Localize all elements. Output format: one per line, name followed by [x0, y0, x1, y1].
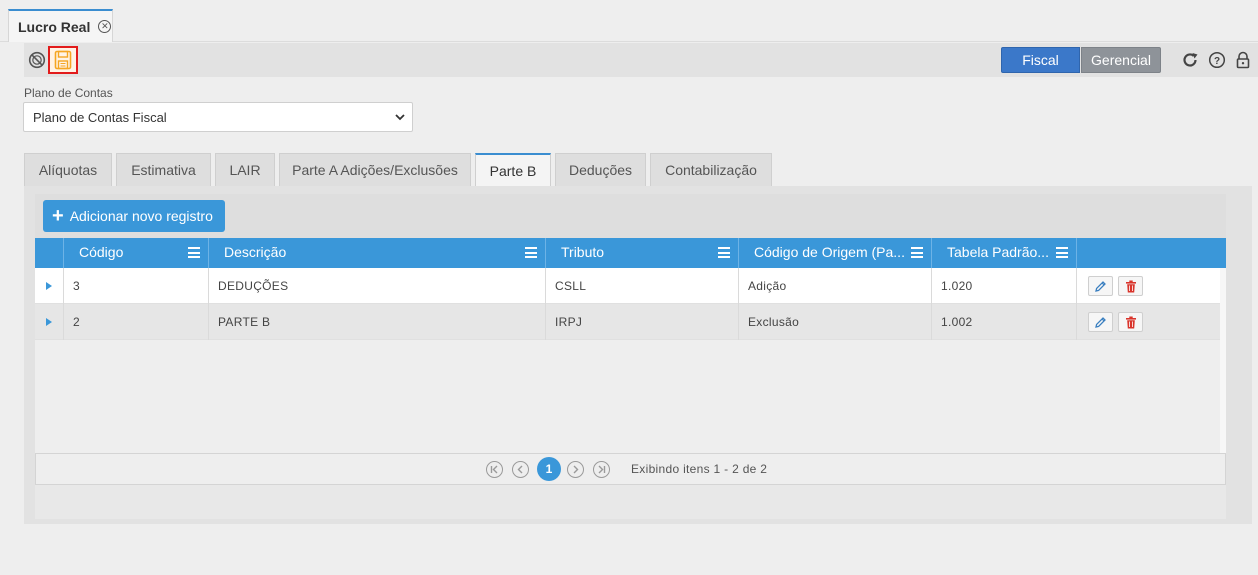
tab-parte-a[interactable]: Parte A Adições/Exclusões: [279, 153, 471, 186]
column-menu-icon[interactable]: [718, 247, 730, 258]
column-header-codigo-origem[interactable]: Código de Origem (Pa...: [738, 238, 931, 268]
gerencial-toggle-button[interactable]: Gerencial: [1081, 47, 1161, 73]
current-page-button[interactable]: 1: [537, 457, 561, 481]
cell-tabela-padrao: 1.002: [931, 304, 1076, 340]
gerencial-toggle-label: Gerencial: [1091, 52, 1151, 68]
pencil-icon: [1095, 280, 1106, 292]
column-header-codigo[interactable]: Código: [63, 238, 208, 268]
tab-lair[interactable]: LAIR: [215, 153, 275, 186]
first-page-icon: [490, 465, 498, 474]
column-header-label: Código de Origem (Pa...: [754, 244, 905, 260]
fiscal-toggle-label: Fiscal: [1022, 52, 1059, 68]
column-menu-icon[interactable]: [188, 247, 200, 258]
tab-label: LAIR: [229, 162, 261, 178]
toolbar: Fiscal Gerencial ?: [24, 43, 1258, 77]
cell-descricao: DEDUÇÕES: [208, 268, 545, 304]
floppy-save-icon: [54, 50, 72, 70]
fiscal-toggle-button[interactable]: Fiscal: [1001, 47, 1080, 73]
column-header-tributo[interactable]: Tributo: [545, 238, 738, 268]
column-header-descricao[interactable]: Descrição: [208, 238, 545, 268]
plano-de-contas-value: Plano de Contas Fiscal: [33, 109, 167, 125]
close-icon[interactable]: ✕: [98, 20, 112, 33]
tab-parte-b[interactable]: Parte B: [475, 153, 551, 187]
tab-label: Parte B: [489, 163, 537, 179]
tab-contabilizacao[interactable]: Contabilização: [650, 153, 772, 186]
edit-button[interactable]: [1088, 276, 1113, 296]
document-tab-bar: Lucro Real ✕: [0, 0, 1258, 42]
expand-row-icon[interactable]: [35, 268, 63, 304]
plano-de-contas-select[interactable]: Plano de Contas Fiscal: [23, 102, 413, 132]
chevron-left-icon: [517, 465, 523, 474]
lock-icon[interactable]: [1234, 51, 1252, 69]
document-tab-lucro-real[interactable]: Lucro Real ✕: [8, 9, 113, 42]
first-page-button[interactable]: [486, 461, 503, 478]
tab-label: Contabilização: [665, 162, 757, 178]
cell-actions: [1076, 268, 1220, 304]
cell-codigo-origem: Adição: [738, 268, 931, 304]
tab-label: Parte A Adições/Exclusões: [292, 162, 458, 178]
delete-button[interactable]: [1118, 276, 1143, 296]
cell-tributo: IRPJ: [545, 304, 738, 340]
cell-descricao: PARTE B: [208, 304, 545, 340]
last-page-icon: [598, 465, 606, 474]
plano-de-contas-label: Plano de Contas: [24, 86, 113, 100]
tab-label: Deduções: [568, 162, 633, 178]
cancel-circle-icon[interactable]: [27, 50, 47, 70]
data-grid: + Adicionar novo registro Código Descriç…: [35, 194, 1226, 519]
table-row[interactable]: 3 DEDUÇÕES CSLL Adição 1.020: [35, 268, 1220, 304]
column-menu-icon[interactable]: [525, 247, 537, 258]
cell-codigo: 2: [63, 304, 208, 340]
svg-text:?: ?: [1214, 56, 1220, 67]
previous-page-button[interactable]: [512, 461, 529, 478]
edit-button[interactable]: [1088, 312, 1113, 332]
trash-icon: [1125, 280, 1136, 292]
column-header-label: Código: [79, 244, 124, 260]
cell-codigo: 3: [63, 268, 208, 304]
tab-label: Alíquotas: [38, 162, 98, 178]
grid-scrollbar[interactable]: [1220, 268, 1226, 453]
column-menu-icon[interactable]: [1056, 247, 1068, 258]
save-button[interactable]: [48, 46, 78, 74]
grid-header: Código Descrição Tributo Código de Orige…: [35, 238, 1226, 268]
tab-label: Estimativa: [131, 162, 196, 178]
cell-tributo: CSLL: [545, 268, 738, 304]
grid-toolbar: + Adicionar novo registro: [35, 194, 1226, 238]
chevron-right-icon: [573, 465, 579, 474]
table-row[interactable]: 2 PARTE B IRPJ Exclusão 1.002: [35, 304, 1220, 340]
column-header-tabela-padrao[interactable]: Tabela Padrão...: [931, 238, 1076, 268]
column-header-label: Descrição: [224, 244, 287, 260]
tab-deducoes[interactable]: Deduções: [555, 153, 646, 186]
tab-aliquotas[interactable]: Alíquotas: [24, 153, 112, 186]
column-header-label: Tabela Padrão...: [947, 244, 1049, 260]
column-header-label: Tributo: [561, 244, 605, 260]
plus-icon: +: [52, 205, 64, 227]
cell-tabela-padrao: 1.020: [931, 268, 1076, 304]
pencil-icon: [1095, 316, 1106, 328]
column-menu-icon[interactable]: [911, 247, 923, 258]
last-page-button[interactable]: [593, 461, 610, 478]
document-tab-label: Lucro Real: [18, 18, 91, 35]
delete-button[interactable]: [1118, 312, 1143, 332]
tab-estimativa[interactable]: Estimativa: [116, 153, 211, 186]
trash-icon: [1125, 316, 1136, 328]
add-record-button[interactable]: + Adicionar novo registro: [43, 200, 225, 232]
pager-info: Exibindo itens 1 - 2 de 2: [631, 462, 768, 476]
next-page-button[interactable]: [567, 461, 584, 478]
chevron-down-icon: [395, 114, 405, 121]
grid-empty-area: [35, 340, 1220, 453]
cell-codigo-origem: Exclusão: [738, 304, 931, 340]
column-header-actions: [1076, 238, 1226, 268]
expand-row-icon[interactable]: [35, 304, 63, 340]
refresh-icon[interactable]: [1181, 51, 1199, 69]
cell-actions: [1076, 304, 1220, 340]
help-icon[interactable]: ?: [1208, 51, 1226, 69]
grid-footer: [35, 485, 1226, 519]
pager: 1 Exibindo itens 1 - 2 de 2: [35, 453, 1226, 485]
add-record-label: Adicionar novo registro: [69, 208, 213, 224]
tab-panel-parte-b: + Adicionar novo registro Código Descriç…: [24, 186, 1252, 524]
